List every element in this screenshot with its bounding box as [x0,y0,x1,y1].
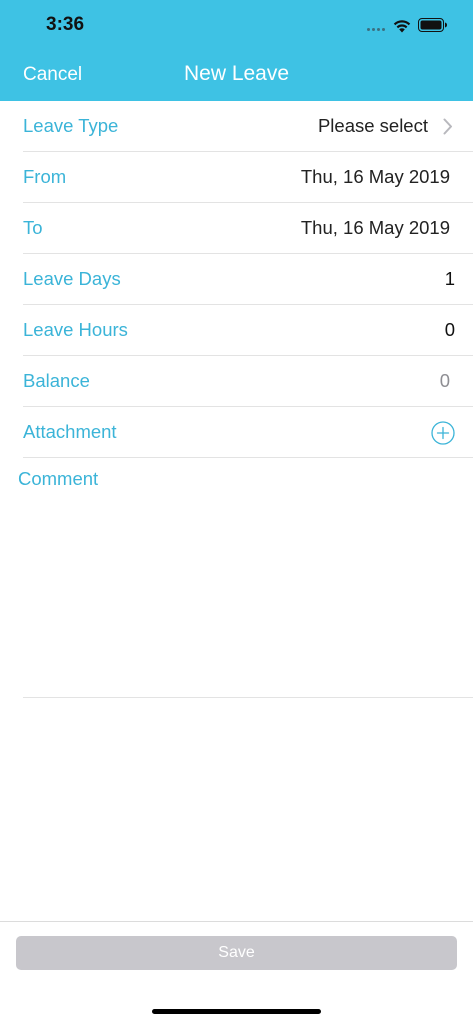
attachment-label: Attachment [23,421,117,442]
new-leave-screen: 3:36 Cancel New Leave Leave Type Please … [0,0,473,1024]
header-bar: 3:36 Cancel New Leave [0,0,473,101]
home-indicator[interactable] [152,1009,321,1014]
plus-circle-icon[interactable] [431,421,455,445]
signal-dots-icon [367,28,389,32]
leave-type-row[interactable]: Leave Type Please select [23,101,473,152]
comment-input[interactable] [18,497,462,691]
to-label: To [23,217,43,238]
chevron-right-icon [443,118,452,135]
balance-value: 0 [439,370,450,391]
balance-label: Balance [23,370,90,391]
from-label: From [23,166,67,187]
to-value: Thu, 16 May 2019 [300,217,450,238]
leave-days-value[interactable]: 1 [445,268,455,290]
to-date-row[interactable]: To Thu, 16 May 2019 [23,203,473,254]
comment-section: Comment [0,453,473,698]
leave-type-label: Leave Type [23,115,119,136]
battery-icon [418,18,447,32]
from-date-row[interactable]: From Thu, 16 May 2019 [23,152,473,203]
leave-hours-label: Leave Hours [23,319,128,340]
comment-label: Comment [18,468,99,489]
comment-divider [23,697,473,698]
leave-days-label: Leave Days [23,268,121,289]
wifi-icon [393,20,411,33]
status-time: 3:36 [46,14,85,35]
from-value: Thu, 16 May 2019 [300,166,450,187]
attachment-row[interactable]: Attachment [23,407,473,458]
balance-row: Balance 0 [23,356,473,407]
leave-days-row[interactable]: Leave Days 1 [23,254,473,305]
cancel-button[interactable]: Cancel [23,64,82,86]
leave-hours-row[interactable]: Leave Hours 0 [23,305,473,356]
footer-divider [0,921,473,922]
save-button[interactable]: Save [16,936,457,970]
leave-hours-value[interactable]: 0 [445,319,455,341]
leave-form: Leave Type Please select From Thu, 16 Ma… [0,101,473,458]
leave-type-value: Please select [317,115,428,136]
